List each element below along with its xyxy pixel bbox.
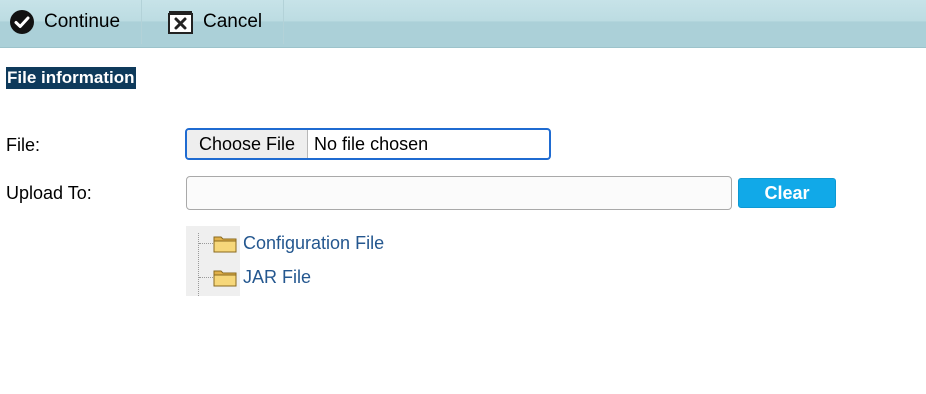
tree-item-label: Configuration File [243, 233, 385, 253]
tree-item-configuration-file[interactable]: Configuration File [213, 233, 384, 254]
tree-branch-line [199, 243, 213, 244]
clear-button[interactable]: Clear [738, 178, 836, 208]
folder-icon [213, 268, 237, 287]
file-input[interactable]: Choose File No file chosen [185, 128, 551, 160]
upload-to-label: Upload To: [6, 183, 92, 203]
close-box-icon [168, 9, 194, 35]
section-title: File information [6, 67, 136, 89]
toolbar: Continue Cancel [0, 0, 926, 48]
tree-item-jar-file[interactable]: JAR File [213, 267, 311, 288]
checkmark-circle-icon [9, 9, 35, 35]
cancel-button[interactable]: Cancel [143, 0, 284, 44]
upload-to-field[interactable] [186, 176, 732, 210]
cancel-label: Cancel [203, 11, 263, 32]
continue-button[interactable]: Continue [0, 0, 142, 44]
file-status-text: No file chosen [314, 133, 429, 154]
continue-label: Continue [44, 11, 121, 32]
tree-branch-line [199, 277, 213, 278]
file-label: File: [6, 135, 41, 155]
tree-item-label: JAR File [243, 267, 312, 287]
folder-icon [213, 234, 237, 253]
choose-file-button[interactable]: Choose File [187, 130, 309, 158]
